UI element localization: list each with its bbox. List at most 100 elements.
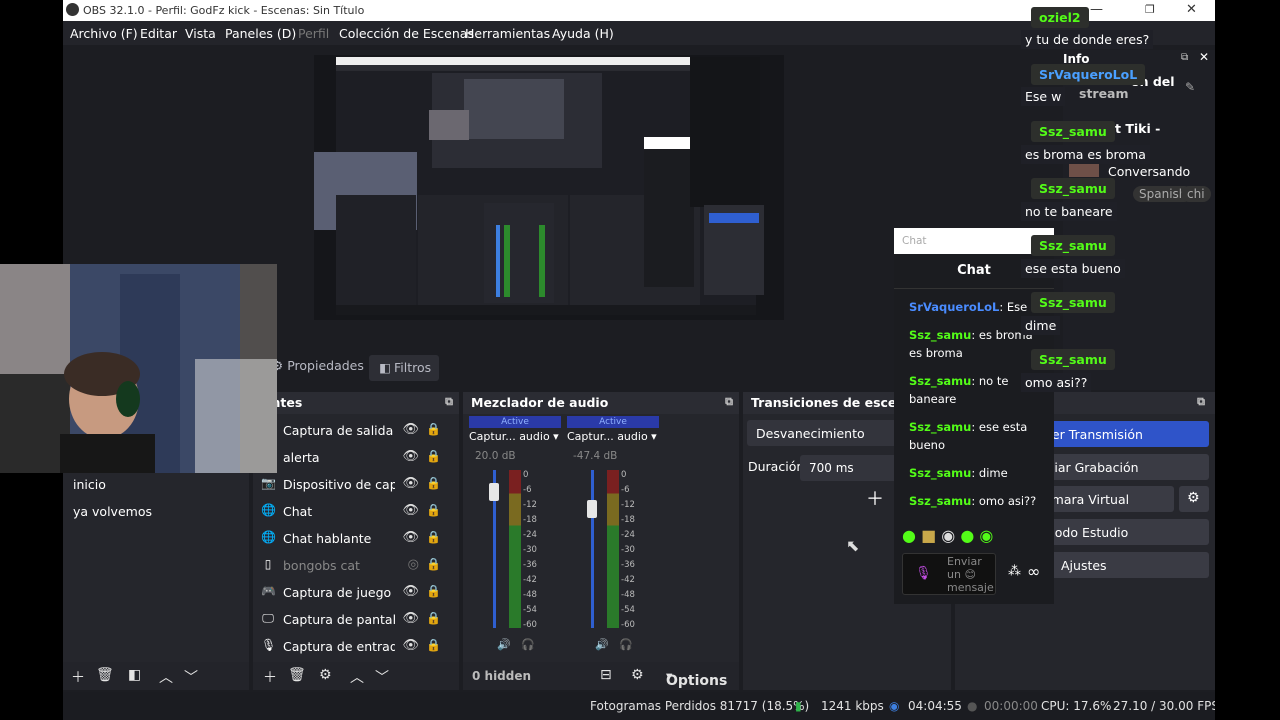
lock-icon[interactable]: 🔒	[426, 584, 441, 598]
menu-paneles[interactable]: Paneles (D)	[225, 26, 296, 41]
add-transition-icon[interactable]: ＋	[866, 485, 884, 511]
virtual-camera-settings-button[interactable]: ⚙	[1179, 486, 1209, 512]
lock-icon[interactable]: 🔒	[426, 449, 441, 463]
close-icon[interactable]: ✕	[1199, 50, 1209, 64]
record-button[interactable]: iciar Grabación	[1039, 454, 1209, 480]
emote-icon[interactable]: ■	[921, 526, 936, 545]
source-item[interactable]: 📷Dispositivo de captu👁🔒	[253, 471, 459, 498]
eye-icon[interactable]: 👁	[402, 422, 419, 437]
menu-archivo[interactable]: Archivo (F)	[70, 26, 138, 41]
source-item[interactable]: ▣Captura de salida de👁🔒	[253, 417, 459, 444]
source-item[interactable]: 🎮 Captura de juego 👁 🔒	[253, 579, 459, 606]
mixer-settings-icon[interactable]: ⚙	[631, 667, 644, 683]
lock-icon[interactable]: 🔒	[426, 476, 441, 490]
eye-hidden-icon[interactable]: ◎	[408, 557, 419, 572]
eye-icon[interactable]: 👁	[402, 530, 419, 545]
move-up-icon[interactable]: ︿	[350, 667, 364, 687]
emote-icon[interactable]: ◉	[979, 526, 993, 545]
add-source-icon[interactable]: ＋	[263, 667, 277, 687]
headphones-icon[interactable]: 🎧	[619, 638, 633, 651]
mixer-layout-icon[interactable]: ⊟	[600, 667, 612, 683]
speaker-icon[interactable]: 🔊	[595, 638, 609, 651]
move-down-icon[interactable]: ﹀	[184, 667, 198, 687]
lock-icon[interactable]: 🔒	[426, 557, 441, 571]
settings-button[interactable]: Ajustes	[1039, 552, 1209, 578]
menu-coleccion-escenas[interactable]: Colección de Escenas	[339, 26, 474, 41]
globe-icon: 🌐	[261, 530, 276, 544]
eye-icon[interactable]: 👁	[402, 449, 419, 464]
menu-editar[interactable]: Editar	[140, 26, 177, 41]
menu-herramientas[interactable]: Herramientas	[465, 26, 550, 41]
emote-icon[interactable]: ●	[902, 526, 916, 545]
volume-slider-handle[interactable]	[489, 482, 499, 501]
eye-icon[interactable]: 👁	[402, 476, 419, 491]
source-item[interactable]: ▯ bongobs cat ◎ 🔒	[253, 552, 459, 579]
add-scene-icon[interactable]: ＋	[71, 667, 85, 687]
status-bar: Fotogramas Perdidos 81717 (18.5%) ▮ 1241…	[63, 692, 1215, 720]
source-item[interactable]: aalerta👁🔒	[253, 444, 459, 471]
source-item[interactable]: 🎙 Captura de entrada 👁 🔒	[253, 633, 459, 660]
emote-icon[interactable]: ◉	[941, 526, 955, 545]
remove-scene-icon[interactable]: 🗑	[96, 667, 114, 683]
infinity-icon[interactable]: ∞	[1027, 562, 1040, 581]
dock-icon[interactable]: ⧉	[1181, 52, 1188, 63]
dock-icon[interactable]: ⧉	[1197, 395, 1205, 409]
eye-icon[interactable]: 👁	[402, 503, 419, 518]
channel-name-select[interactable]: Captur... audio ▾	[567, 430, 659, 446]
scene-item-inicio[interactable]: inicio	[63, 471, 249, 498]
options-button[interactable]: Options ▾	[666, 668, 727, 689]
move-up-icon[interactable]: ︿	[159, 667, 173, 687]
audio-mixer-panel: Mezclador de audio ⧉ Active Captur... aud…	[463, 392, 739, 690]
channel-name-select[interactable]: Captur... audio ▾	[469, 430, 561, 446]
menu-perfil[interactable]: Perfil	[298, 26, 329, 41]
lock-icon[interactable]: 🔒	[426, 530, 441, 544]
stream-button[interactable]: ner Transmisión	[1039, 421, 1209, 447]
meter-scale-label: -42	[523, 575, 537, 585]
chat-username[interactable]: SrVaqueroLoL	[909, 300, 999, 314]
minimize-icon[interactable]: —	[1090, 2, 1103, 17]
preview-canvas[interactable]	[314, 55, 784, 320]
move-down-icon[interactable]: ﹀	[375, 667, 389, 687]
hidden-count: 0 hidden	[472, 669, 532, 683]
edit-icon[interactable]: ✎	[1185, 80, 1195, 94]
headphones-icon[interactable]: 🎧	[521, 638, 535, 651]
lock-icon[interactable]: 🔒	[426, 611, 441, 625]
chat-username[interactable]: Ssz_samu	[909, 420, 971, 434]
studio-mode-button[interactable]: Modo Estudio	[1039, 519, 1209, 545]
source-item[interactable]: 🌐 Chat 👁 🔒	[253, 498, 459, 525]
lock-icon[interactable]: 🔒	[426, 638, 441, 652]
lock-icon[interactable]: 🔒	[426, 503, 441, 517]
message-input[interactable]: 🎙 Enviar un 😊 mensaje	[902, 553, 996, 595]
source-item[interactable]: 🖵 Captura de pantalla 👁 🔒	[253, 606, 459, 633]
virtual-camera-button[interactable]: ámara Virtual	[1039, 486, 1174, 512]
lock-icon[interactable]: 🔒	[426, 422, 441, 436]
meter-scale-label: 0	[621, 470, 627, 480]
emote-icon[interactable]: ●	[960, 526, 974, 545]
chat-username[interactable]: Ssz_samu	[909, 494, 971, 508]
eye-icon[interactable]: 👁	[402, 638, 419, 653]
chat-username[interactable]: Ssz_samu	[909, 466, 971, 480]
chat-username[interactable]: Ssz_samu	[909, 374, 971, 388]
volume-slider-handle[interactable]	[587, 500, 597, 519]
eye-icon[interactable]: 👁	[402, 611, 419, 626]
source-settings-icon[interactable]: ⚙	[319, 667, 332, 683]
scene-item-ya-volvemos[interactable]: ya volvemos	[63, 498, 249, 525]
tab-properties[interactable]: ⚙ Propiedades	[272, 358, 364, 373]
dock-icon[interactable]: ⧉	[725, 395, 733, 409]
source-item[interactable]: 🌐 Chat hablante 👁 🔒	[253, 525, 459, 552]
menu-vista[interactable]: Vista	[185, 26, 216, 41]
speaker-icon[interactable]: 🔊	[497, 638, 511, 651]
chat-username[interactable]: Ssz_samu	[909, 328, 971, 342]
tab-filters[interactable]: ◧ Filtros	[369, 355, 439, 381]
scene-filters-icon[interactable]: ◧	[128, 667, 141, 683]
chat-search-input[interactable]: Chat	[894, 228, 1054, 254]
close-icon[interactable]: ✕	[1186, 2, 1197, 17]
remove-source-icon[interactable]: 🗑	[288, 667, 306, 683]
maximize-icon[interactable]: ❐	[1145, 3, 1155, 16]
meter-scale-label: -42	[621, 575, 635, 585]
users-icon[interactable]: ⁂	[1008, 564, 1021, 579]
db-value: 20.0 dB	[475, 450, 516, 462]
eye-icon[interactable]: 👁	[402, 584, 419, 599]
dock-icon[interactable]: ⧉	[445, 395, 453, 409]
menu-ayuda[interactable]: Ayuda (H)	[552, 26, 614, 41]
